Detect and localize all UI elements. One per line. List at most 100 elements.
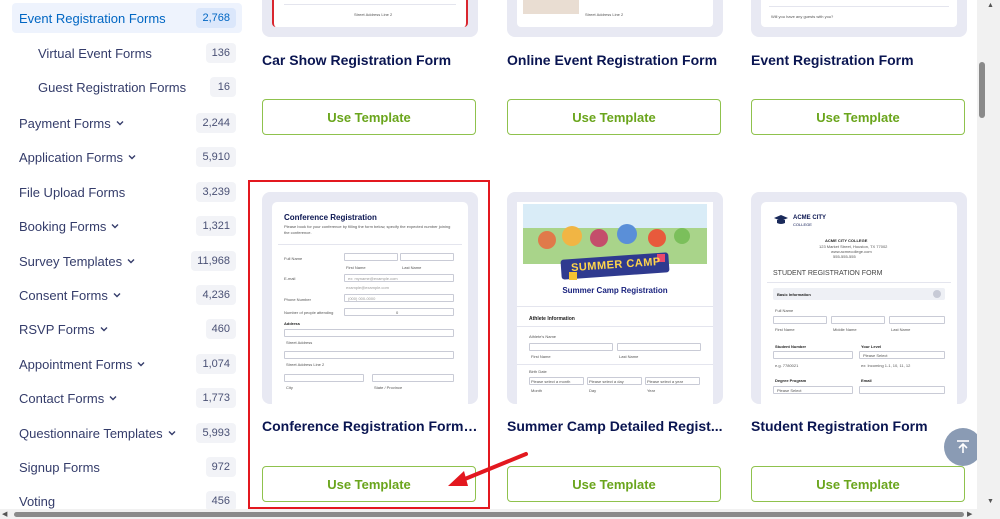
preview-label: Middle Name — [833, 327, 857, 332]
label-text: Payment Forms — [19, 115, 111, 131]
category-sidebar: Event Registration Forms 2,768 Virtual E… — [0, 0, 245, 519]
label-text: Consent Forms — [19, 287, 108, 303]
chevron-down-icon — [113, 293, 121, 298]
sidebar-item-count: 1,074 — [196, 354, 236, 374]
preview-label: Year — [647, 388, 656, 393]
template-thumbnail[interactable]: Street Address Line 2 — [262, 0, 478, 37]
template-title[interactable]: Summer Camp Detailed Regist... — [507, 418, 723, 434]
chevron-down-icon — [111, 224, 119, 229]
vertical-scroll-thumb[interactable] — [979, 62, 985, 118]
use-template-button[interactable]: Use Template — [507, 99, 721, 135]
sidebar-item-label: Signup Forms — [19, 459, 100, 475]
template-thumbnail[interactable]: Will you have any guests with you? — [751, 0, 967, 37]
template-title[interactable]: Car Show Registration Form — [262, 52, 478, 68]
sidebar-item-label: Application Forms — [19, 150, 136, 165]
sidebar-item-label: Guest Registration Forms — [38, 79, 187, 95]
template-card[interactable]: Will you have any guests with you? Event… — [751, 0, 967, 140]
preview-label: First Name — [775, 327, 795, 332]
use-template-button[interactable]: Use Template — [507, 466, 721, 502]
template-title[interactable]: Student Registration Form — [751, 418, 967, 434]
chevron-down-icon — [137, 362, 145, 367]
preview-section: Athlete Information — [529, 316, 575, 322]
sidebar-item-signup[interactable]: Signup Forms 972 — [12, 452, 242, 482]
thumb-image — [523, 0, 579, 14]
template-title[interactable]: Event Registration Form — [751, 52, 967, 68]
preview-select: Please Select — [777, 388, 802, 393]
college-phone: 555-555-555 — [833, 254, 856, 259]
sidebar-item-count: 11,968 — [191, 251, 236, 271]
sidebar-item-label: Voting — [19, 493, 56, 509]
chevron-down-icon — [116, 121, 124, 126]
form-preview: ACME CITY COLLEGE ACME CITY COLLEGE 123 … — [761, 202, 957, 404]
sidebar-item-label: Event Registration Forms — [19, 10, 166, 26]
preview-label: Athlete's Name — [529, 334, 556, 339]
template-card[interactable]: ACME CITY COLLEGE ACME CITY COLLEGE 123 … — [751, 192, 967, 502]
preview-select: Please select a year — [647, 379, 684, 384]
annotation-arrow-icon — [448, 452, 528, 486]
template-thumbnail[interactable]: Street Address Line 2 — [507, 0, 723, 37]
use-template-button[interactable]: Use Template — [751, 99, 965, 135]
chevron-down-icon — [127, 259, 135, 264]
chevron-down-icon — [109, 396, 117, 401]
template-card[interactable]: Street Address Line 2 Car Show Registrat… — [262, 0, 478, 140]
preview-select: Please select a day — [589, 379, 624, 384]
sidebar-item-questionnaire[interactable]: Questionnaire Templates 5,993 — [12, 418, 242, 448]
preview-label: Month — [531, 388, 543, 393]
sidebar-item-rsvp[interactable]: RSVP Forms 460 — [12, 314, 242, 344]
preview-label: Full Name — [775, 308, 794, 313]
college-sub: COLLEGE — [793, 222, 812, 227]
preview-label: Day — [589, 388, 597, 393]
label-text: Questionnaire Templates — [19, 425, 163, 441]
thumb-text: Street Address Line 2 — [354, 12, 393, 17]
preview-label: Last Name — [619, 354, 639, 359]
sidebar-item-count: 2,244 — [196, 113, 236, 133]
sidebar-item-count: 1,321 — [196, 216, 236, 236]
sidebar-item-count: 456 — [205, 491, 236, 511]
scroll-down-arrow-icon[interactable]: ▼ — [987, 498, 994, 505]
sidebar-item-label: RSVP Forms — [19, 322, 108, 337]
sidebar-item-event-registration[interactable]: Event Registration Forms 2,768 — [12, 3, 242, 33]
scroll-left-arrow-icon[interactable]: ◀ — [2, 510, 7, 518]
template-title[interactable]: Online Event Registration Form — [507, 52, 723, 68]
template-thumbnail[interactable]: ACME CITY COLLEGE ACME CITY COLLEGE 123 … — [751, 192, 967, 404]
label-text: Booking Forms — [19, 218, 107, 234]
sidebar-item-count: 3,239 — [196, 182, 236, 202]
sidebar-item-count: 460 — [205, 319, 236, 339]
preview-label: Birth Date — [529, 369, 547, 374]
preview-section: Basic Information — [777, 292, 811, 297]
preview-label: Your Level — [861, 344, 882, 349]
sidebar-item-guest-registration[interactable]: Guest Registration Forms 16 — [12, 72, 242, 102]
sidebar-item-label: Questionnaire Templates — [19, 426, 176, 441]
chevron-down-icon — [128, 155, 136, 160]
sidebar-item-virtual-event[interactable]: Virtual Event Forms 136 — [12, 38, 242, 68]
preview-label: Student Number — [775, 344, 807, 349]
preview-label: Last Name — [891, 327, 911, 332]
preview-label: Email — [861, 378, 872, 383]
sidebar-item-application[interactable]: Application Forms 5,910 — [12, 142, 242, 172]
sidebar-item-label: Contact Forms — [19, 391, 117, 406]
sidebar-item-file-upload[interactable]: File Upload Forms 3,239 — [12, 177, 242, 207]
horizontal-scroll-thumb[interactable] — [14, 512, 964, 517]
collapse-icon — [933, 290, 941, 298]
preview-label: First Name — [531, 354, 551, 359]
template-card[interactable]: SUMMER CAMP Summer Camp Registration Ath… — [507, 192, 723, 502]
template-thumbnail[interactable]: SUMMER CAMP Summer Camp Registration Ath… — [507, 192, 723, 404]
sidebar-item-booking[interactable]: Booking Forms 1,321 — [12, 211, 242, 241]
preview-hint: e.g. 7780021 — [775, 363, 799, 368]
camp-banner-image — [517, 202, 713, 312]
sidebar-item-count: 4,236 — [196, 285, 236, 305]
scroll-up-arrow-icon[interactable]: ▲ — [987, 2, 994, 9]
sidebar-item-contact[interactable]: Contact Forms 1,773 — [12, 383, 242, 413]
sidebar-item-label: Survey Templates — [19, 254, 135, 269]
sidebar-item-consent[interactable]: Consent Forms 4,236 — [12, 280, 242, 310]
use-template-button[interactable]: Use Template — [751, 466, 965, 502]
use-template-button[interactable]: Use Template — [262, 99, 476, 135]
sidebar-item-survey[interactable]: Survey Templates 11,968 — [12, 246, 242, 276]
college-name: ACME CITY — [793, 215, 826, 221]
template-card[interactable]: Street Address Line 2 Online Event Regis… — [507, 0, 723, 140]
sidebar-item-payment[interactable]: Payment Forms 2,244 — [12, 108, 242, 138]
scroll-right-arrow-icon[interactable]: ▶ — [967, 510, 972, 518]
sidebar-item-count: 972 — [205, 457, 236, 477]
sidebar-item-appointment[interactable]: Appointment Forms 1,074 — [12, 349, 242, 379]
sidebar-item-count: 2,768 — [196, 8, 236, 28]
